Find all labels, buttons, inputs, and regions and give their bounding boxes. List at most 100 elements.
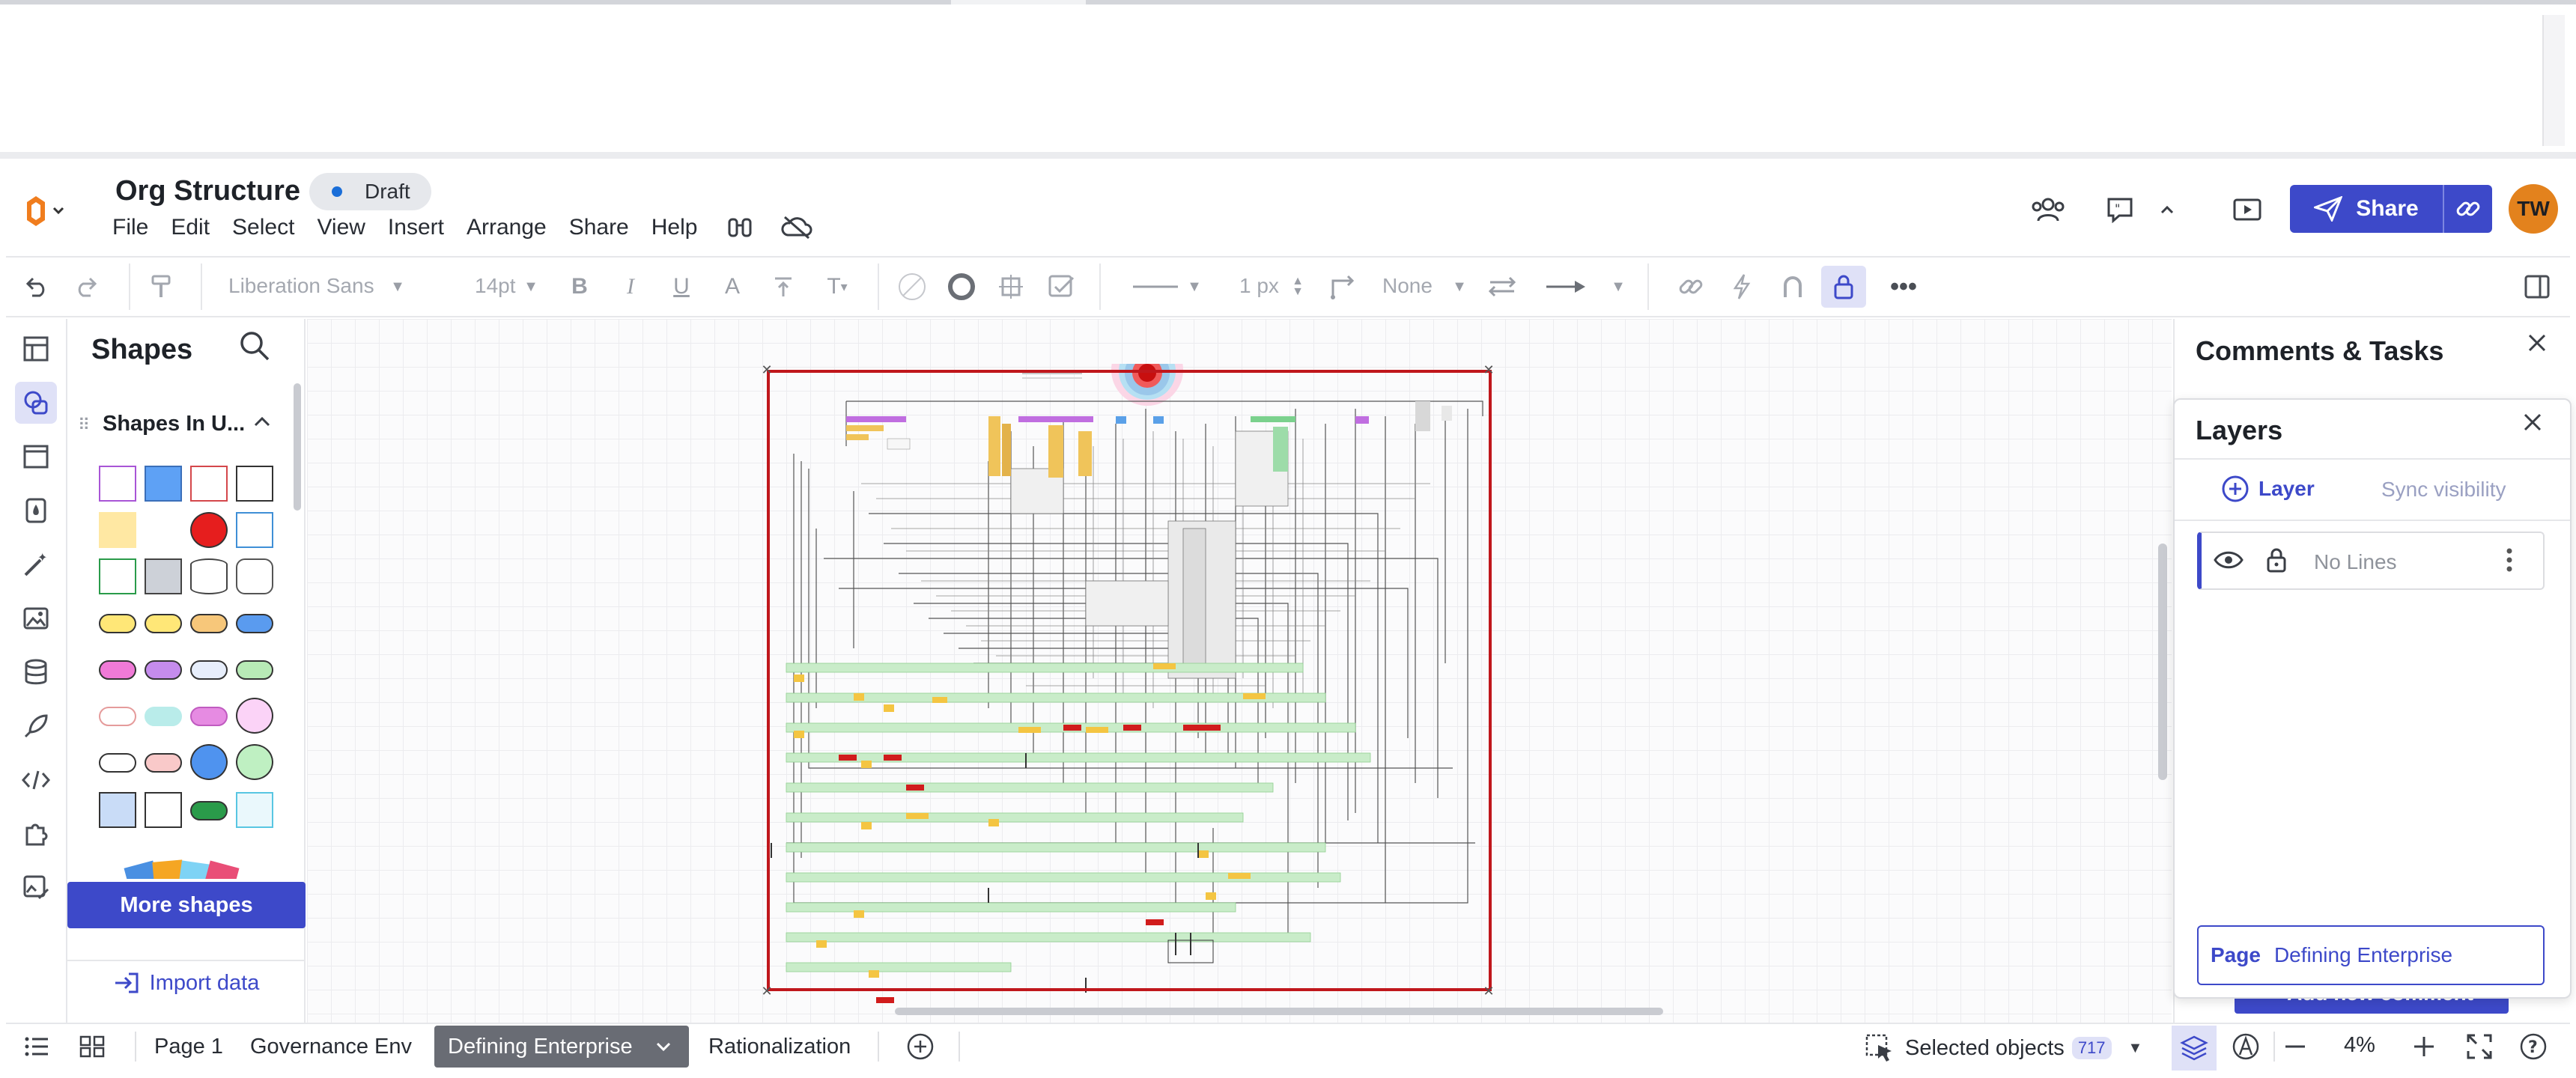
- bold-icon[interactable]: B: [560, 266, 599, 308]
- arrow-start-dropdown-icon[interactable]: ▼: [1448, 266, 1471, 308]
- font-size-select[interactable]: 14pt: [475, 274, 516, 298]
- cloud-offline-icon[interactable]: [777, 207, 817, 248]
- shape-darkgreen-pill[interactable]: [190, 801, 228, 820]
- shape-lightblue-pill[interactable]: [190, 660, 228, 680]
- layer-menu-icon[interactable]: [2506, 546, 2513, 573]
- shape-yellow-pill[interactable]: [99, 614, 136, 633]
- shape-green-pill[interactable]: [236, 660, 273, 680]
- add-page-icon[interactable]: [900, 1026, 941, 1068]
- selection-frame[interactable]: [767, 370, 1492, 991]
- shape-options-icon[interactable]: [990, 266, 1032, 308]
- eye-icon[interactable]: [2214, 549, 2244, 575]
- collaborators-icon[interactable]: [2028, 189, 2068, 230]
- rocket-icon[interactable]: [15, 705, 57, 747]
- text-align-icon[interactable]: [764, 266, 803, 308]
- shape-red-square[interactable]: [190, 466, 228, 502]
- zoom-in-icon[interactable]: [2404, 1026, 2444, 1068]
- menu-file[interactable]: File: [112, 215, 148, 240]
- line-routing-icon[interactable]: [1322, 266, 1364, 308]
- shape-white-square[interactable]: [145, 792, 182, 828]
- collapse-chevron-icon[interactable]: [2154, 189, 2181, 230]
- layers-toggle-icon[interactable]: [2172, 1026, 2217, 1071]
- shape-red-circle[interactable]: [190, 512, 228, 548]
- shape-cylinder[interactable]: [190, 558, 228, 594]
- shape-teal-pill[interactable]: [145, 707, 182, 726]
- font-family-select[interactable]: Liberation Sans: [228, 274, 374, 298]
- page-tab-chevron-icon[interactable]: [655, 1041, 672, 1053]
- comment-quote-icon[interactable]: ": [2100, 189, 2140, 230]
- add-layer-button[interactable]: Layer: [2221, 475, 2315, 503]
- menu-edit[interactable]: Edit: [171, 215, 210, 240]
- lock-icon[interactable]: [1821, 266, 1866, 308]
- fill-color-icon[interactable]: [891, 266, 933, 308]
- shape-sticky-note[interactable]: [99, 512, 136, 548]
- user-avatar[interactable]: TW: [2509, 184, 2558, 234]
- draft-status-badge[interactable]: Draft: [309, 173, 431, 210]
- shape-outline-pill[interactable]: [99, 753, 136, 773]
- copy-link-button[interactable]: [2443, 185, 2492, 233]
- resize-handle-icon[interactable]: ✕: [761, 984, 773, 998]
- menu-help[interactable]: Help: [651, 215, 698, 240]
- shape-pink-pill[interactable]: [99, 660, 136, 680]
- shapes-search-icon[interactable]: [238, 329, 271, 370]
- share-button[interactable]: Share: [2290, 185, 2443, 233]
- fit-to-screen-icon[interactable]: [2459, 1026, 2500, 1068]
- arrow-end-icon[interactable]: [1543, 266, 1589, 308]
- selected-objects-indicator[interactable]: Selected objects 717 ▼: [1865, 1032, 2142, 1065]
- line-style-icon[interactable]: [1129, 266, 1182, 308]
- font-size-dropdown-icon[interactable]: ▼: [520, 266, 542, 308]
- shape-black-square[interactable]: [236, 466, 273, 502]
- shape-lightblue-square[interactable]: [99, 792, 136, 828]
- binoculars-icon[interactable]: [720, 207, 760, 248]
- conditional-format-icon[interactable]: [1041, 266, 1083, 308]
- line-width-stepper[interactable]: ▲ ▼: [1289, 266, 1306, 308]
- ink-drop-icon[interactable]: [15, 490, 57, 532]
- format-painter-icon[interactable]: [141, 266, 183, 308]
- shape-yellow-pill-2[interactable]: [145, 614, 182, 633]
- canvas-horizontal-scrollbar[interactable]: [895, 1008, 1663, 1015]
- present-icon[interactable]: [2227, 189, 2267, 230]
- templates-icon[interactable]: [15, 328, 57, 370]
- shape-rounded-rect[interactable]: [236, 558, 273, 594]
- menu-share[interactable]: Share: [569, 215, 629, 240]
- shape-blue-square[interactable]: [145, 466, 182, 502]
- menu-insert[interactable]: Insert: [388, 215, 444, 240]
- drag-handle-icon[interactable]: ⠿: [78, 415, 90, 435]
- menu-arrange[interactable]: Arrange: [467, 215, 547, 240]
- magnet-icon[interactable]: [1772, 266, 1814, 308]
- line-style-dropdown-icon[interactable]: ▼: [1183, 266, 1206, 308]
- resize-handle-icon[interactable]: ✕: [1483, 984, 1495, 998]
- shape-pink-circle[interactable]: [236, 698, 273, 734]
- shape-cyan-square[interactable]: [236, 792, 273, 828]
- shapes-icon[interactable]: [15, 382, 57, 424]
- shape-blue-outline-square[interactable]: [236, 512, 273, 548]
- text-color-icon[interactable]: A: [713, 266, 752, 308]
- insert-link-icon[interactable]: [1670, 266, 1712, 308]
- zoom-out-icon[interactable]: [2275, 1026, 2315, 1068]
- shape-violet-pill[interactable]: [145, 660, 182, 680]
- shapes-scrollbar[interactable]: [294, 383, 301, 511]
- page-scrollbar[interactable]: [2542, 15, 2565, 146]
- image-icon[interactable]: [15, 597, 57, 639]
- document-title[interactable]: Org Structure: [115, 175, 300, 207]
- shape-green-circle[interactable]: [236, 744, 273, 780]
- shape-pink-outline-pill[interactable]: [99, 707, 136, 726]
- image-edit-icon[interactable]: [15, 867, 57, 909]
- resize-handle-icon[interactable]: ✕: [761, 363, 773, 377]
- line-color-icon[interactable]: [941, 266, 982, 308]
- italic-icon[interactable]: I: [611, 266, 650, 308]
- font-family-dropdown-icon[interactable]: ▼: [386, 266, 409, 308]
- menu-select[interactable]: Select: [232, 215, 294, 240]
- help-icon[interactable]: ?: [2513, 1026, 2554, 1068]
- shape-green-square[interactable]: [99, 558, 136, 594]
- page-tab-page-1[interactable]: Page 1: [141, 1026, 237, 1068]
- magic-wand-icon[interactable]: ✦: [15, 543, 57, 585]
- undo-icon[interactable]: [15, 266, 57, 308]
- code-icon[interactable]: [15, 759, 57, 801]
- swap-arrows-icon[interactable]: [1481, 266, 1523, 308]
- page-list-icon[interactable]: [16, 1026, 57, 1068]
- shape-blue-pill[interactable]: [236, 614, 273, 633]
- more-shapes-button[interactable]: More shapes: [67, 882, 306, 928]
- text-options-icon[interactable]: T ▾: [815, 266, 860, 308]
- line-width-select[interactable]: 1 px: [1239, 274, 1279, 298]
